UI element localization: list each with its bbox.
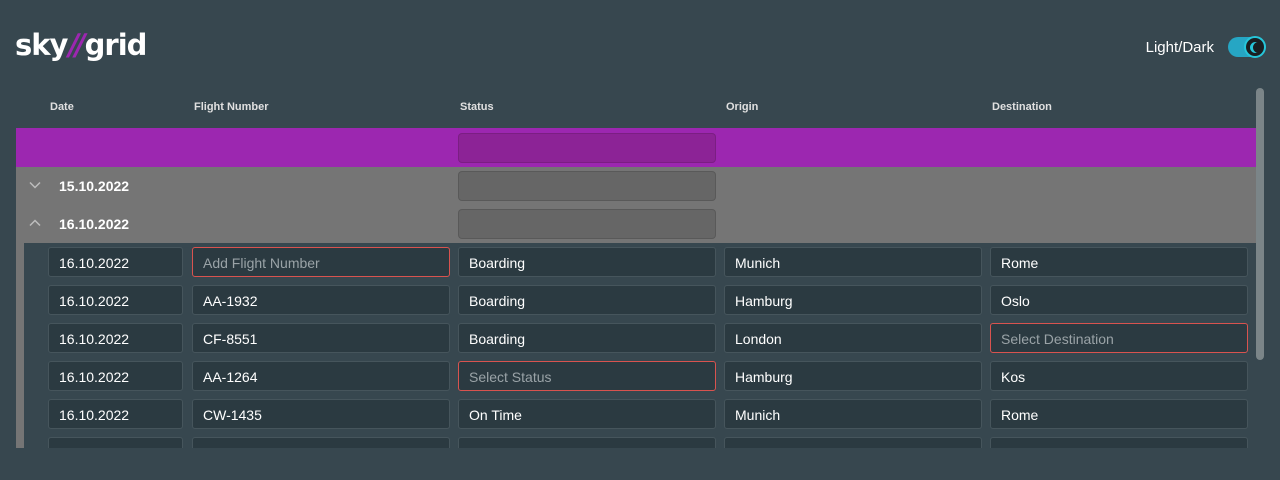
- table-row: 16.10.2022 CW-1435 On Time Munich Rome: [24, 395, 1256, 433]
- group-label: 16.10.2022: [59, 216, 130, 232]
- chevron-down-icon[interactable]: [28, 178, 42, 192]
- skygrid-logo: sky//grid: [15, 28, 148, 62]
- logo-slashes: //: [68, 28, 85, 62]
- flight-number-input[interactable]: CW-1435: [192, 399, 450, 429]
- table-row: 16.10.2022 AA-1932 Boarding Hamburg Oslo: [24, 281, 1256, 319]
- date-field[interactable]: 16.10.2022: [48, 361, 183, 391]
- theme-label: Light/Dark: [1145, 38, 1214, 56]
- destination-select[interactable]: Select Destination: [990, 323, 1248, 353]
- group-status-field[interactable]: [458, 209, 716, 239]
- group-row[interactable]: 15.10.2022: [16, 167, 1256, 205]
- origin-select[interactable]: Hamburg: [724, 361, 982, 391]
- theme-toggle[interactable]: [1228, 36, 1266, 58]
- flight-number-input[interactable]: WL-1120: [192, 437, 450, 448]
- status-select[interactable]: Boarding: [458, 323, 716, 353]
- column-header-origin[interactable]: Origin: [726, 101, 758, 113]
- status-select[interactable]: Boarding: [458, 285, 716, 315]
- status-select[interactable]: On Time: [458, 437, 716, 448]
- origin-select[interactable]: Hamburg: [724, 437, 982, 448]
- date-field[interactable]: 16.10.2022: [48, 437, 183, 448]
- flights-grid: Date Flight Number Status Origin Destina…: [16, 88, 1256, 448]
- flight-number-input[interactable]: AA-1264: [192, 361, 450, 391]
- status-select[interactable]: Boarding: [458, 247, 716, 277]
- logo-text-grid: grid: [84, 28, 148, 62]
- vertical-scrollbar[interactable]: [1256, 88, 1264, 360]
- group-status-field[interactable]: [458, 171, 716, 201]
- date-field[interactable]: 16.10.2022: [48, 247, 183, 277]
- column-header-flight-number[interactable]: Flight Number: [194, 101, 269, 113]
- destination-select[interactable]: Rome: [990, 399, 1248, 429]
- chevron-up-icon[interactable]: [28, 216, 42, 230]
- table-row: 16.10.2022 Add Flight Number Boarding Mu…: [24, 243, 1256, 281]
- origin-select[interactable]: Hamburg: [724, 285, 982, 315]
- origin-select[interactable]: London: [724, 323, 982, 353]
- destination-select[interactable]: Kos: [990, 361, 1248, 391]
- column-header-date[interactable]: Date: [50, 101, 74, 113]
- date-field[interactable]: 16.10.2022: [48, 285, 183, 315]
- flight-number-input[interactable]: Add Flight Number: [192, 247, 450, 277]
- filter-row: [16, 128, 1256, 167]
- table-row: 16.10.2022 AA-1264 Select Status Hamburg…: [24, 357, 1256, 395]
- table-row: 16.10.2022 CF-8551 Boarding London Selec…: [24, 319, 1256, 357]
- destination-select[interactable]: Helsinki: [990, 437, 1248, 448]
- flight-number-input[interactable]: AA-1932: [192, 285, 450, 315]
- logo-text-sky: sky: [15, 28, 68, 62]
- group-label: 15.10.2022: [59, 178, 130, 194]
- table-row: 16.10.2022 WL-1120 On Time Hamburg Helsi…: [24, 433, 1256, 448]
- flight-number-input[interactable]: CF-8551: [192, 323, 450, 353]
- destination-select[interactable]: Rome: [990, 247, 1248, 277]
- status-select[interactable]: On Time: [458, 399, 716, 429]
- moon-icon: [1244, 36, 1266, 58]
- group-row[interactable]: 16.10.2022: [16, 205, 1256, 243]
- group-rows-container: 16.10.2022 Add Flight Number Boarding Mu…: [16, 243, 1256, 448]
- column-header-status[interactable]: Status: [460, 101, 494, 113]
- status-filter-field[interactable]: [458, 133, 716, 163]
- status-select[interactable]: Select Status: [458, 361, 716, 391]
- date-field[interactable]: 16.10.2022: [48, 323, 183, 353]
- theme-switcher: Light/Dark: [1145, 36, 1266, 58]
- date-field[interactable]: 16.10.2022: [48, 399, 183, 429]
- column-header-destination[interactable]: Destination: [992, 101, 1052, 113]
- origin-select[interactable]: Munich: [724, 247, 982, 277]
- grid-header: Date Flight Number Status Origin Destina…: [16, 88, 1256, 128]
- origin-select[interactable]: Munich: [724, 399, 982, 429]
- destination-select[interactable]: Oslo: [990, 285, 1248, 315]
